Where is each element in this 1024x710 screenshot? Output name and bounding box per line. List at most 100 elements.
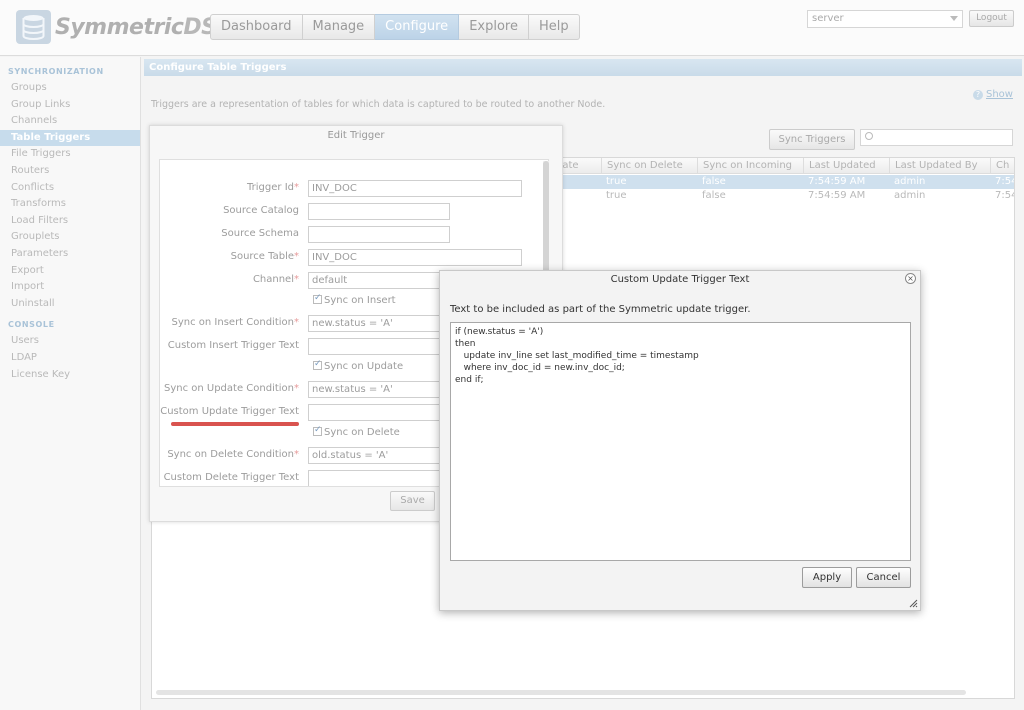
- checkbox-label: Sync on Update: [324, 361, 404, 372]
- field-label-sync-on-insert-condition: Sync on Insert Condition*: [160, 317, 300, 328]
- chevron-down-icon: [950, 16, 958, 21]
- field-input-trigger-id[interactable]: INV_DOC: [308, 180, 522, 197]
- search-icon: [865, 132, 873, 140]
- sidebar-item-group-links[interactable]: Group Links: [0, 97, 140, 114]
- sidebar: SYNCHRONIZATION Groups Group Links Channel…: [0, 57, 141, 710]
- page-title: Configure Table Triggers: [144, 59, 1022, 76]
- nav-tab-configure[interactable]: Configure: [375, 14, 460, 40]
- table-cell: 7:54:59 AM: [808, 190, 866, 201]
- sidebar-item-parameters[interactable]: Parameters: [0, 246, 140, 263]
- field-label-source-table: Source Table*: [160, 251, 299, 262]
- checkmark-icon[interactable]: [313, 425, 322, 436]
- table-cell: 7:54: [995, 176, 1014, 187]
- sidebar-item-license-key[interactable]: License Key: [0, 367, 140, 384]
- column-header-last-updated-by[interactable]: Last Updated By: [889, 158, 990, 174]
- required-marker: *: [294, 182, 299, 193]
- required-marker: *: [294, 317, 299, 328]
- checkbox-label: Sync on Delete: [324, 427, 400, 438]
- server-select-value: server: [812, 13, 844, 24]
- checkmark-icon[interactable]: [313, 293, 322, 304]
- required-marker: *: [294, 274, 299, 285]
- required-marker: *: [294, 449, 299, 460]
- nav-tab-explore[interactable]: Explore: [459, 14, 529, 40]
- sidebar-item-ldap[interactable]: LDAP: [0, 350, 140, 367]
- sidebar-item-channels[interactable]: Channels: [0, 113, 140, 130]
- field-label-text: Channel: [252, 274, 294, 285]
- server-select[interactable]: server: [807, 10, 963, 28]
- field-label-text: Sync on Insert Condition: [171, 317, 295, 328]
- sidebar-item-load-filters[interactable]: Load Filters: [0, 213, 140, 230]
- logout-button[interactable]: Logout: [969, 10, 1014, 27]
- table-cell: admin: [894, 176, 926, 187]
- sidebar-item-grouplets[interactable]: Grouplets: [0, 229, 140, 246]
- sidebar-item-file-triggers[interactable]: File Triggers: [0, 146, 140, 163]
- field-label-text: Sync on Update Condition: [163, 383, 294, 394]
- resize-grip-icon[interactable]: [909, 599, 918, 608]
- nav-tab-dashboard[interactable]: Dashboard: [210, 14, 303, 40]
- horizontal-scrollbar[interactable]: [156, 690, 966, 695]
- table-cell: false: [702, 190, 726, 201]
- field-input-source-catalog[interactable]: [308, 203, 450, 220]
- dialog-title: Custom Update Trigger Text: [610, 274, 750, 285]
- search-input[interactable]: [860, 129, 1013, 146]
- column-header-ch[interactable]: Ch: [990, 158, 1014, 174]
- apply-button[interactable]: Apply: [802, 567, 852, 588]
- table-cell: true: [606, 190, 627, 201]
- field-label-source-schema: Source Schema: [160, 228, 299, 239]
- field-label-source-catalog: Source Catalog: [160, 205, 299, 216]
- field-label-custom-delete-trigger-text: Custom Delete Trigger Text: [160, 472, 299, 483]
- logo: SymmetricDS: [16, 10, 217, 44]
- table-cell: admin: [894, 190, 926, 201]
- sidebar-item-routers[interactable]: Routers: [0, 163, 140, 180]
- field-label-channel: Channel*: [160, 274, 299, 285]
- field-label-text: Source Catalog: [223, 205, 299, 216]
- show-help-link[interactable]: ? Show: [973, 89, 1013, 100]
- field-label-custom-update-trigger-text: Custom Update Trigger Text: [160, 406, 299, 417]
- column-header-last-updated[interactable]: Last Updated: [803, 158, 889, 174]
- logo-text: SymmetricDS: [55, 14, 217, 40]
- sidebar-item-import[interactable]: Import: [0, 279, 140, 296]
- checkmark-icon[interactable]: [313, 359, 322, 370]
- dialog-description: Text to be included as part of the Symme…: [450, 304, 751, 315]
- field-input-source-schema[interactable]: [308, 226, 450, 243]
- close-icon[interactable]: ×: [905, 273, 916, 284]
- field-label-sync-on-update-condition: Sync on Update Condition*: [160, 383, 299, 394]
- sync-triggers-button[interactable]: Sync Triggers: [769, 129, 855, 150]
- sidebar-item-transforms[interactable]: Transforms: [0, 196, 140, 213]
- sidebar-item-conflicts[interactable]: Conflicts: [0, 180, 140, 197]
- sidebar-item-uninstall[interactable]: Uninstall: [0, 296, 140, 313]
- field-label-trigger-id: Trigger Id*: [160, 182, 299, 193]
- save-button[interactable]: Save: [390, 491, 435, 511]
- field-label-text: Sync on Delete Condition: [167, 449, 294, 460]
- checkbox-sync-on-update[interactable]: Sync on Update: [313, 359, 404, 372]
- checkbox-label: Sync on Insert: [324, 295, 396, 306]
- header: SymmetricDS Dashboard Manage Configure Expl…: [0, 0, 1024, 56]
- sidebar-section-console: CONSOLE: [8, 320, 55, 330]
- help-icon: ?: [973, 90, 983, 100]
- field-input-source-table[interactable]: INV_DOC: [308, 249, 522, 266]
- show-help-label: Show: [986, 89, 1013, 100]
- table-cell: 7:54:59 AM: [808, 176, 866, 187]
- required-marker: *: [294, 383, 299, 394]
- sidebar-item-export[interactable]: Export: [0, 263, 140, 280]
- field-label-sync-on-delete-condition: Sync on Delete Condition*: [160, 449, 299, 460]
- table-cell: false: [702, 176, 726, 187]
- sidebar-item-groups[interactable]: Groups: [0, 80, 140, 97]
- trigger-text-area[interactable]: if (new.status = 'A') then update inv_li…: [450, 322, 911, 561]
- sidebar-item-users[interactable]: Users: [0, 333, 140, 350]
- database-logo-icon: [16, 10, 51, 44]
- highlight-underline: [171, 422, 299, 426]
- page-description: Triggers are a representation of tables …: [151, 99, 606, 110]
- required-marker: *: [294, 251, 299, 262]
- cancel-button[interactable]: Cancel: [856, 567, 911, 588]
- nav-tab-help[interactable]: Help: [528, 14, 580, 40]
- field-label-text: Custom Insert Trigger Text: [167, 340, 299, 351]
- checkbox-sync-on-insert[interactable]: Sync on Insert: [313, 293, 396, 306]
- checkbox-sync-on-delete[interactable]: Sync on Delete: [313, 425, 400, 438]
- column-header-sync-on-delete[interactable]: Sync on Delete: [601, 158, 697, 174]
- field-label-text: Custom Delete Trigger Text: [163, 472, 299, 483]
- column-header-sync-on-incoming[interactable]: Sync on Incoming: [697, 158, 803, 174]
- table-cell: 7:54: [995, 190, 1014, 201]
- nav-tab-manage[interactable]: Manage: [302, 14, 376, 40]
- sidebar-item-table-triggers[interactable]: Table Triggers: [0, 129, 140, 147]
